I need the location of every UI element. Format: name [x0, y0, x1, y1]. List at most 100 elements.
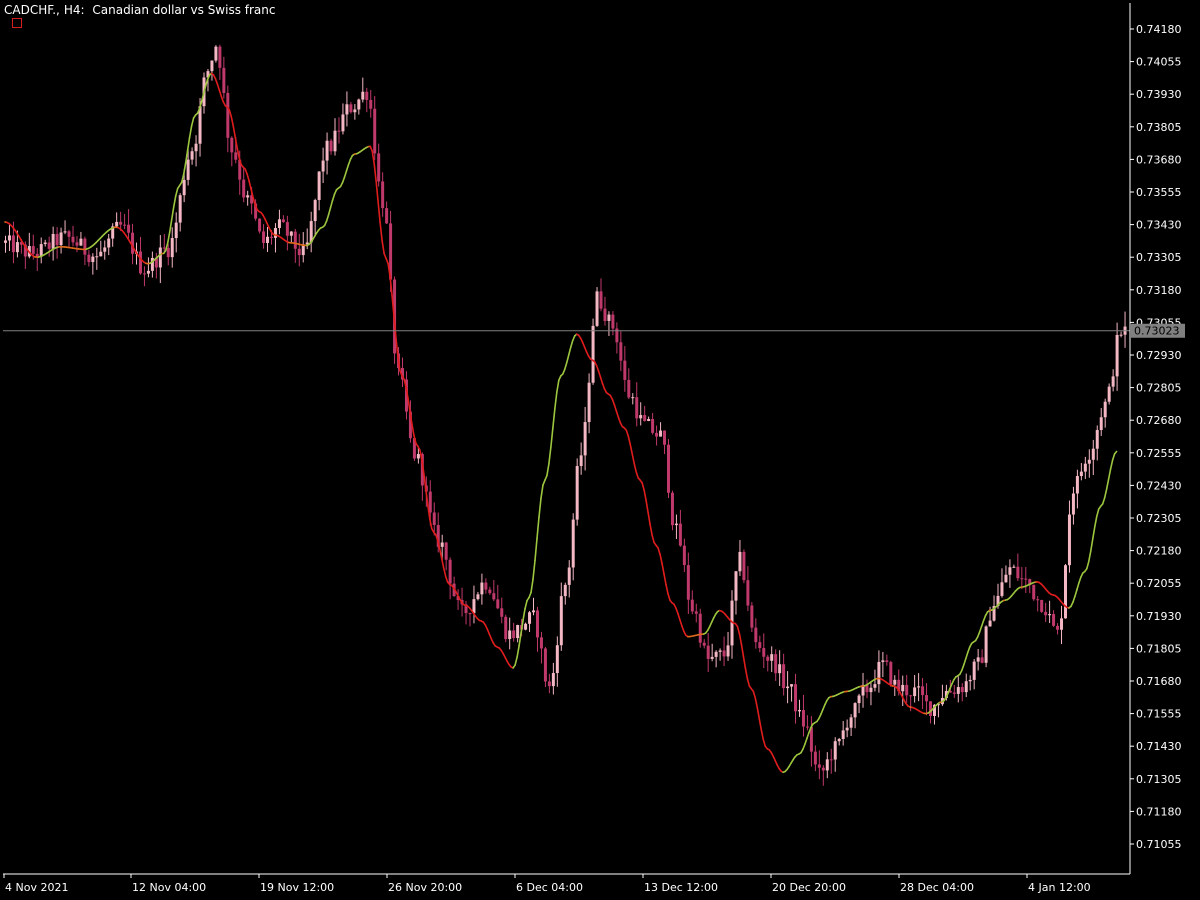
candle-body: [674, 523, 678, 526]
candle: [567, 560, 571, 598]
candle: [1067, 500, 1071, 573]
candle: [1079, 463, 1083, 481]
ma-segment: [440, 557, 445, 569]
candle-body: [547, 681, 551, 687]
candle: [83, 236, 87, 266]
ma-segment: [1111, 453, 1116, 461]
time-tick-label: 4 Jan 12:00: [1028, 881, 1091, 894]
candle: [611, 311, 615, 336]
price-tick-label: 0.71055: [1136, 838, 1182, 851]
candle-body: [63, 231, 67, 233]
timeframe-label: H4:: [63, 3, 85, 17]
candle-body: [960, 687, 964, 693]
price-chart[interactable]: 0.74180 0.74055 0.73930 0.73805 0.73680 0.735…: [0, 0, 1200, 900]
candle: [222, 56, 226, 99]
candle: [258, 218, 262, 234]
ma-segment: [643, 489, 647, 502]
candle: [4, 235, 7, 253]
ma-segment: [651, 534, 655, 544]
candle-body: [444, 542, 448, 560]
candle: [91, 253, 95, 275]
candle-body: [317, 171, 321, 201]
candle: [504, 614, 508, 643]
candle: [762, 633, 766, 669]
candle-body: [595, 291, 599, 326]
candle: [67, 229, 71, 248]
candle-body: [905, 684, 909, 696]
candle-body: [1087, 459, 1091, 464]
candle-body: [543, 648, 547, 682]
ma-segment: [172, 195, 177, 208]
candle-body: [972, 661, 976, 680]
candle: [535, 606, 539, 652]
price-tick-label: 0.71930: [1136, 610, 1182, 623]
candle: [539, 631, 543, 664]
candle-body: [873, 684, 877, 688]
ma-segment: [736, 625, 741, 635]
candle: [262, 224, 266, 249]
candle: [841, 720, 845, 746]
candle-body: [273, 228, 277, 238]
candle-body: [762, 648, 766, 657]
ma-segment: [407, 397, 411, 412]
candle: [142, 266, 146, 287]
candle: [754, 618, 758, 649]
chart-title: CADCHF., H4: Canadian dollar vs Swiss fra…: [4, 3, 280, 17]
ma-segment: [681, 625, 685, 633]
candle-body: [448, 559, 452, 584]
candle-body: [778, 664, 782, 674]
candle-body: [377, 153, 381, 182]
candle-body: [142, 273, 146, 275]
candle: [158, 235, 162, 284]
candle: [746, 566, 750, 612]
candle: [273, 223, 277, 253]
candle-body: [742, 551, 746, 581]
candle: [496, 585, 500, 610]
ma-segment: [802, 743, 806, 750]
candle-body: [968, 679, 972, 682]
candle-body: [1103, 401, 1107, 418]
candle: [726, 631, 730, 661]
indicator-marker-icon[interactable]: [12, 18, 22, 28]
price-tick-label: 0.71805: [1136, 642, 1182, 655]
candle-body: [746, 580, 750, 606]
ma-segment: [1101, 496, 1106, 505]
candle: [353, 104, 357, 120]
candle-body: [794, 684, 798, 712]
candle-body: [964, 681, 968, 693]
candle-body: [55, 233, 59, 246]
ma-segment: [675, 607, 679, 615]
candle-body: [528, 612, 532, 624]
candle-body: [71, 236, 75, 243]
candle-body: [508, 630, 512, 640]
ma-segment: [1109, 459, 1114, 470]
candle-body: [7, 235, 11, 241]
ma-segment: [1086, 560, 1090, 570]
candle-body: [1012, 566, 1016, 568]
candle-body: [178, 195, 182, 223]
candle-body: [651, 418, 655, 433]
price-tick-label: 0.71430: [1136, 740, 1182, 753]
ma-segment: [442, 567, 447, 578]
candle-body: [1079, 471, 1083, 477]
ma-segment: [188, 125, 193, 139]
price-tick-label: 0.72180: [1136, 545, 1182, 558]
ma-segment: [419, 449, 423, 461]
candle-body: [750, 605, 754, 628]
candle-body: [821, 767, 825, 771]
candle-body: [758, 642, 762, 649]
candle: [889, 660, 893, 687]
candle-body: [782, 664, 786, 689]
candle: [1040, 599, 1044, 613]
chart-window[interactable]: 0.74180 0.74055 0.73930 0.73805 0.73680 0.735…: [0, 0, 1200, 900]
ma-segment: [1105, 478, 1110, 490]
ma-segment: [375, 181, 379, 204]
ma-segment: [565, 354, 570, 364]
candle-body: [611, 314, 615, 329]
candle-body: [1119, 334, 1123, 336]
time-tick-label: 6 Dec 04:00: [516, 881, 583, 894]
candle: [547, 673, 551, 694]
candle: [512, 622, 516, 642]
candle-body: [559, 596, 563, 646]
price-tick-label: 0.72680: [1136, 414, 1182, 427]
